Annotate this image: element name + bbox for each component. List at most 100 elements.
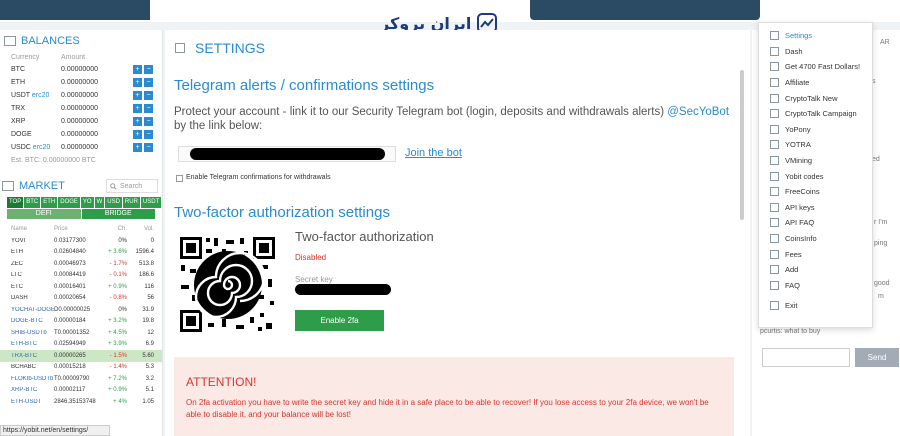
withdraw-button[interactable]: −: [144, 117, 153, 126]
withdraw-button[interactable]: −: [144, 78, 153, 87]
main-scrollbar[interactable]: [740, 70, 744, 220]
market-row[interactable]: TRX-BTC 0.00000265 - 1.5% 5.60: [0, 350, 162, 362]
menu-item[interactable]: Settings: [759, 28, 872, 44]
menu-item[interactable]: CryptoTalk New: [759, 90, 872, 106]
market-pair: ETH-USDT: [11, 398, 42, 405]
menu-item-label: YoPony: [785, 124, 811, 134]
est-value: 0.00000000 BTC: [42, 157, 96, 164]
menu-item-label: CoinsInfo: [785, 234, 817, 244]
market-volume: 0: [150, 237, 154, 244]
menu-item-exit[interactable]: Exit: [759, 298, 872, 314]
chat-input[interactable]: [762, 348, 850, 367]
withdraw-button[interactable]: −: [144, 104, 153, 113]
menu-item[interactable]: Add: [759, 262, 872, 278]
market-subtab[interactable]: BRIDGE: [81, 209, 155, 219]
market-tab[interactable]: TOP: [7, 197, 24, 208]
menu-item[interactable]: Affiliate: [759, 75, 872, 91]
market-tab[interactable]: BTC: [24, 197, 41, 208]
balance-currency: BTC: [11, 66, 25, 73]
language-switch[interactable]: Ru: [832, 5, 844, 15]
withdraw-button[interactable]: −: [144, 130, 153, 139]
deposit-button[interactable]: +: [133, 117, 142, 126]
market-pair: LTC: [11, 272, 22, 279]
menu-item[interactable]: FAQ: [759, 278, 872, 294]
balances-title: BALANCES: [21, 35, 80, 47]
market-row[interactable]: BCHABC 0.00015218 - 1.4% 5.3: [0, 362, 162, 374]
menu-item[interactable]: CryptoTalk Campaign: [759, 106, 872, 122]
market-change: + 4%: [113, 398, 127, 405]
market-row[interactable]: DASH 0.00020654 - 0.8% 56: [0, 293, 162, 305]
join-bot-link[interactable]: Join the bot: [405, 147, 462, 159]
market-row[interactable]: ZEC 0.00046973 - 1.7% 513.8: [0, 258, 162, 270]
key-icon: [770, 202, 779, 212]
faq-icon: [770, 218, 779, 228]
deposit-button[interactable]: +: [133, 130, 142, 139]
market-change: - 0.8%: [109, 295, 127, 302]
market-row[interactable]: ETH-USDT 2846.35153748 + 4% 1.05: [0, 396, 162, 408]
market-subtab[interactable]: DEFI: [7, 209, 81, 219]
menu-item[interactable]: API keys: [759, 200, 872, 216]
deposit-button[interactable]: +: [133, 104, 142, 113]
info-icon: [770, 234, 779, 244]
market-row[interactable]: SHIB-USDTb T0.00001352 + 4.5% 12: [0, 327, 162, 339]
withdraw-button[interactable]: −: [144, 65, 153, 74]
menu-item[interactable]: API FAQ: [759, 215, 872, 231]
enable-telegram-label: Enable Telegram confirmations for withdr…: [186, 174, 331, 181]
market-row[interactable]: ETH-BTC 0.02594949 + 3.9% 6.9: [0, 339, 162, 351]
est-btc: Est. BTC: 0.00000000 BTC: [0, 154, 162, 167]
settings-icon: [770, 31, 779, 41]
enable-telegram-checkbox[interactable]: [176, 175, 183, 182]
attention-title: ATTENTION!: [186, 375, 257, 389]
market-row[interactable]: LTC 0.00084419 - 0.1% 186.6: [0, 270, 162, 282]
menu-item-label: API FAQ: [785, 218, 815, 228]
market-volume: 31.9: [142, 306, 154, 313]
codes-icon: [770, 171, 779, 181]
market-tab[interactable]: USD: [105, 197, 122, 208]
menu-item[interactable]: FreeCoins: [759, 184, 872, 200]
market-row[interactable]: ETH 0.02604840 + 3.6% 1596.4: [0, 247, 162, 259]
market-tab[interactable]: USDT: [140, 197, 162, 208]
deposit-button[interactable]: +: [133, 91, 142, 100]
menu-item[interactable]: Fees: [759, 246, 872, 262]
market-row[interactable]: ETC 0.00016401 + 0.9% 116: [0, 281, 162, 293]
menu-item[interactable]: Yobit codes: [759, 168, 872, 184]
site-logo[interactable]: [0, 0, 150, 20]
col-currency: Currency: [11, 54, 40, 61]
menu-item[interactable]: YoPony: [759, 122, 872, 138]
market-row[interactable]: YOVI 0.03177300 0% 0: [0, 235, 162, 247]
market-pair: ETH: [11, 249, 23, 256]
menu-item[interactable]: VMining: [759, 153, 872, 169]
yotra-icon: [770, 140, 779, 150]
telegram-bot-link[interactable]: @SecYoBot: [667, 106, 729, 118]
balance-row: USDT erc20 0.00000000 + −: [0, 89, 162, 102]
market-row[interactable]: YOCHAT-DOGE D0.00000025 0% 31.9: [0, 304, 162, 316]
market-tab[interactable]: W: [94, 197, 105, 208]
deposit-button[interactable]: +: [133, 65, 142, 74]
menu-item-label: Add: [785, 265, 799, 275]
deposit-button[interactable]: +: [133, 143, 142, 152]
market-row[interactable]: XRP-BTC 0.00002117 + 0.9% 5.1: [0, 385, 162, 397]
menu-item-label: Yobit codes: [785, 171, 824, 181]
market-price: T0.00009790: [54, 375, 90, 382]
menu-item[interactable]: Get 4700 Fast Dollars!: [759, 59, 872, 75]
withdraw-button[interactable]: −: [144, 143, 153, 152]
market-search-input[interactable]: Search: [106, 179, 158, 193]
market-tab[interactable]: ETH: [41, 197, 58, 208]
withdraw-button[interactable]: −: [144, 91, 153, 100]
send-button[interactable]: Send: [855, 348, 899, 367]
market-row[interactable]: FLOKIb-USDTb T0.00009790 + 7.2% 3.2: [0, 373, 162, 385]
deposit-button[interactable]: +: [133, 78, 142, 87]
market-volume: 5.3: [145, 364, 154, 371]
menu-item[interactable]: YOTRA: [759, 137, 872, 153]
market-volume: 5.1: [145, 387, 154, 394]
market-price: 0.00046973: [54, 260, 86, 267]
enable-2fa-button[interactable]: Enable 2fa: [295, 310, 384, 331]
market-row[interactable]: DOGE-BTC 0.00000184 + 3.2% 19.8: [0, 316, 162, 328]
market-tab[interactable]: DOGE: [58, 197, 80, 208]
menu-item[interactable]: Dash: [759, 44, 872, 60]
market-pair: FLOKIb-USDTb: [11, 375, 54, 382]
market-tab[interactable]: RUR: [122, 197, 140, 208]
menu-item[interactable]: CoinsInfo: [759, 231, 872, 247]
add-icon: [770, 265, 779, 275]
market-tab[interactable]: YO: [80, 197, 94, 208]
